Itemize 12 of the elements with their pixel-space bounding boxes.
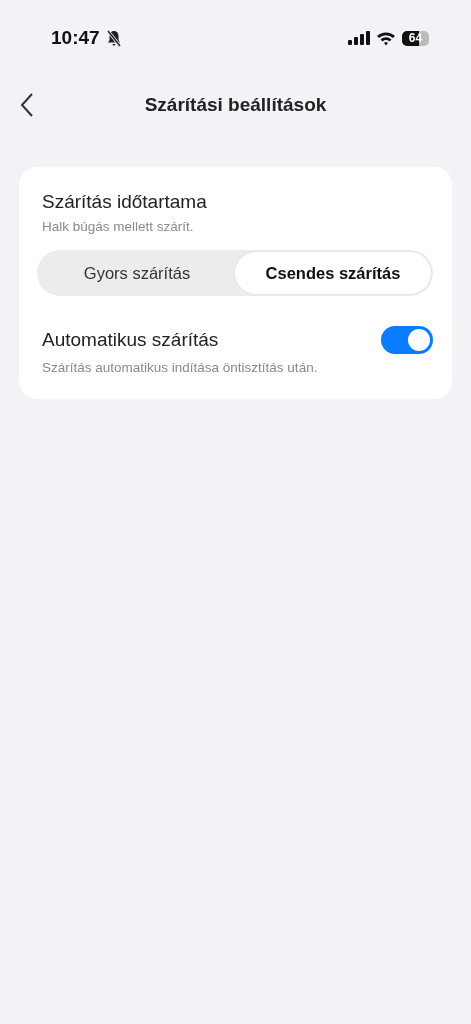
setting-title: Szárítás időtartama [42,191,208,213]
toggle-switch[interactable] [381,326,433,354]
wifi-icon [376,30,396,46]
setting-description: Halk búgás mellett szárít. [42,219,195,234]
setting-title: Automatikus szárítás [42,329,219,351]
signal-icon [348,31,370,45]
setting-description: Szárítás automatikus indítása öntisztítás után. [42,360,319,375]
status-time: 10:47 [51,27,100,49]
page-title: Szárítási beállítások [144,94,327,116]
muted-bell-icon [105,29,122,47]
segment-option[interactable]: Csendes szárítás [235,252,431,294]
segment-option[interactable]: Gyors szárítás [39,252,235,294]
